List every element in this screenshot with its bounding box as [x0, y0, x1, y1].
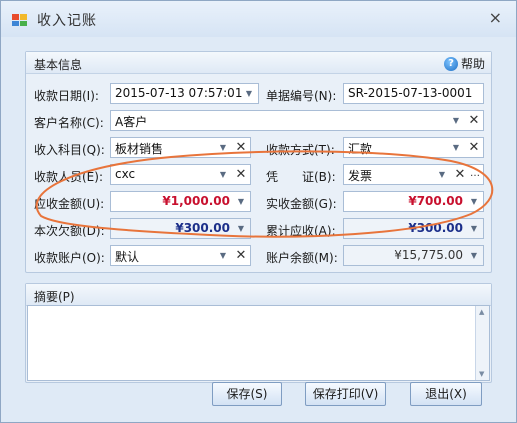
receivable-label: 应收金额(U):: [34, 197, 105, 211]
save-button[interactable]: 保存(S): [212, 382, 282, 406]
received-label: 实收金额(G):: [266, 197, 337, 211]
arrears-label: 本次欠额(D):: [34, 224, 105, 238]
dropdown-arrow-icon: ▼: [470, 224, 478, 233]
date-field[interactable]: 2015-07-13 07:57:01 ▼: [110, 83, 259, 104]
dropdown-arrow-icon[interactable]: ▼: [435, 166, 449, 183]
payee-value: cxc: [115, 167, 136, 181]
help-icon: ?: [443, 56, 458, 71]
date-value: 2015-07-13 07:57:01: [115, 86, 243, 100]
balance-field: ¥15,775.00 ▼: [343, 245, 484, 266]
dropdown-arrow-icon[interactable]: ▼: [449, 112, 463, 129]
balance-value: ¥15,775.00: [394, 248, 463, 262]
billno-value: SR-2015-07-13-0001: [348, 86, 473, 100]
method-field[interactable]: 汇款 ▼ ✕: [343, 137, 484, 158]
customer-label: 客户名称(C):: [34, 116, 104, 130]
account-field[interactable]: 默认 ▼ ✕: [110, 245, 251, 266]
dropdown-arrow-icon[interactable]: ▼: [242, 85, 256, 102]
voucher-field[interactable]: 发票 ▼ ✕ …: [343, 164, 484, 185]
title-bar: 收入记账 ×: [1, 1, 516, 37]
dropdown-arrow-icon[interactable]: ▼: [216, 166, 230, 183]
dropdown-arrow-icon[interactable]: ▼: [216, 247, 230, 264]
account-label: 收款账户(O):: [34, 251, 105, 265]
exit-button[interactable]: 退出(X): [410, 382, 482, 406]
arrears-value: ¥300.00: [175, 221, 230, 235]
date-label: 收款日期(I):: [34, 89, 99, 103]
payee-label: 收款人员(E):: [34, 170, 103, 184]
dialog-window: 收入记账 × 基本信息 ? 帮助 收款日期(I): 2015-07-13 07:…: [0, 0, 517, 423]
account-value: 默认: [115, 250, 140, 264]
dialog-body: 基本信息 ? 帮助 收款日期(I): 2015-07-13 07:57:01 ▼…: [10, 37, 507, 415]
cumulative-field: ¥300.00 ▼: [343, 218, 484, 239]
clear-x-icon[interactable]: ✕: [233, 165, 249, 184]
clear-x-icon[interactable]: ✕: [466, 111, 482, 130]
subject-value: 板材销售: [115, 142, 164, 156]
scroll-up-icon[interactable]: ▲: [479, 308, 484, 316]
subject-field[interactable]: 板材销售 ▼ ✕: [110, 137, 251, 158]
memo-panel: 摘要(P) ▲ ▼: [25, 283, 492, 383]
memo-header: 摘要(P): [26, 284, 491, 306]
help-button[interactable]: ? 帮助: [443, 55, 485, 72]
received-value: ¥700.00: [408, 194, 463, 208]
cumulative-value: ¥300.00: [408, 221, 463, 235]
customer-field[interactable]: A客户 ▼ ✕: [110, 110, 484, 131]
dropdown-arrow-icon: ▼: [237, 224, 245, 233]
billno-field[interactable]: SR-2015-07-13-0001: [343, 83, 484, 104]
basic-info-title: 基本信息: [34, 58, 83, 72]
help-label: 帮助: [460, 57, 485, 71]
receivable-field[interactable]: ¥1,000.00 ▼: [110, 191, 251, 212]
voucher-value: 发票: [348, 169, 373, 183]
save-print-button[interactable]: 保存打印(V): [305, 382, 386, 406]
clear-x-icon[interactable]: ✕: [233, 246, 249, 265]
subject-label: 收入科目(Q):: [34, 143, 105, 157]
memo-scrollbar[interactable]: ▲ ▼: [475, 306, 489, 380]
dropdown-arrow-icon[interactable]: ▼: [449, 139, 463, 156]
scroll-down-icon[interactable]: ▼: [479, 370, 484, 378]
received-field[interactable]: ¥700.00 ▼: [343, 191, 484, 212]
dropdown-arrow-icon[interactable]: ▼: [467, 193, 481, 210]
basic-info-panel: 基本信息 ? 帮助 收款日期(I): 2015-07-13 07:57:01 ▼…: [25, 51, 492, 273]
method-value: 汇款: [348, 142, 373, 156]
method-label: 收款方式(T):: [266, 143, 335, 157]
dropdown-arrow-icon: ▼: [470, 251, 478, 260]
close-icon[interactable]: ×: [489, 8, 502, 27]
billno-label: 单据编号(N):: [266, 89, 337, 103]
clear-x-icon[interactable]: ✕: [233, 138, 249, 157]
app-icon: [12, 14, 27, 26]
clear-x-icon[interactable]: ✕: [466, 138, 482, 157]
receivable-value: ¥1,000.00: [162, 194, 230, 208]
balance-label: 账户余额(M):: [266, 251, 338, 265]
dropdown-arrow-icon[interactable]: ▼: [216, 139, 230, 156]
clear-x-icon[interactable]: ✕: [452, 165, 468, 184]
dropdown-arrow-icon[interactable]: ▼: [234, 193, 248, 210]
voucher-label: 凭 证(B):: [266, 170, 336, 184]
window-title: 收入记账: [37, 13, 97, 29]
basic-info-header: 基本信息 ? 帮助: [26, 52, 491, 74]
customer-value: A客户: [115, 115, 148, 129]
payee-field[interactable]: cxc ▼ ✕: [110, 164, 251, 185]
memo-textarea[interactable]: ▲ ▼: [27, 305, 490, 381]
arrears-field: ¥300.00 ▼: [110, 218, 251, 239]
ellipsis-icon[interactable]: …: [468, 165, 482, 184]
cumulative-label: 累计应收(A):: [266, 224, 336, 238]
memo-title: 摘要(P): [34, 290, 75, 304]
